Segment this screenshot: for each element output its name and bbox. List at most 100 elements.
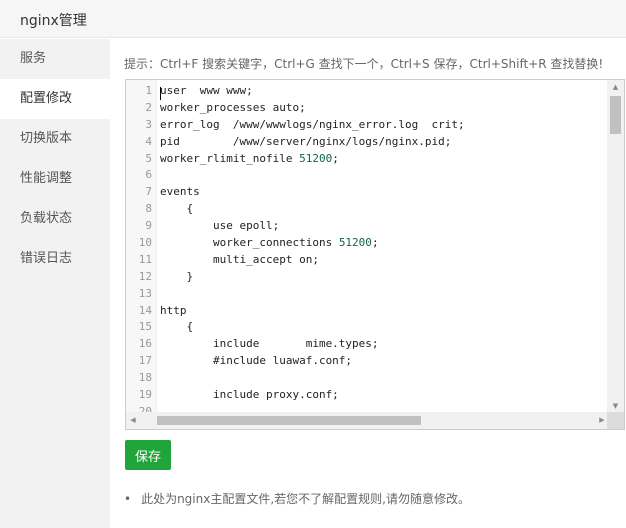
- text-cursor: [160, 87, 161, 100]
- code-line[interactable]: 6: [126, 167, 608, 184]
- sidebar-item-error-log[interactable]: 错误日志: [0, 239, 110, 279]
- code-line[interactable]: 8 {: [126, 201, 608, 218]
- line-number: 12: [138, 269, 152, 283]
- bullet-icon: •: [124, 492, 132, 506]
- line-number: 4: [145, 134, 152, 148]
- line-number: 10: [138, 236, 152, 250]
- code-line[interactable]: 14 http: [126, 303, 608, 320]
- code-line[interactable]: 19 include proxy.conf;: [126, 387, 608, 404]
- line-code: multi_accept on;: [152, 252, 319, 269]
- code-text: pid /www/server/nginx/logs/nginx.pid;: [160, 134, 452, 148]
- sidebar-item-performance[interactable]: 性能调整: [0, 159, 110, 199]
- code-line[interactable]: 13: [126, 286, 608, 303]
- line-number: 18: [138, 371, 152, 385]
- code-line[interactable]: 12 }: [126, 269, 608, 286]
- code-line[interactable]: 17 #include luawaf.conf;: [126, 353, 608, 370]
- code-line[interactable]: 10 worker_connections 51200;: [126, 235, 608, 252]
- line-code: #include luawaf.conf;: [152, 353, 352, 370]
- sidebar: 服务 配置修改 切换版本 性能调整 负载状态 错误日志: [0, 39, 110, 528]
- code-line[interactable]: 5 worker_rlimit_nofile 51200;: [126, 151, 608, 168]
- code-text: }: [160, 269, 194, 283]
- scroll-down-arrow-icon[interactable]: ▼: [607, 399, 624, 413]
- code-text: events: [160, 185, 200, 199]
- sidebar-item-switch-version[interactable]: 切换版本: [0, 119, 110, 159]
- horizontal-scroll-thumb[interactable]: [157, 416, 421, 425]
- scrollbar-corner: [607, 412, 624, 429]
- line-code: {: [152, 319, 193, 336]
- code-text: worker_rlimit_nofile: [160, 151, 300, 165]
- line-code: user www www;: [152, 83, 253, 100]
- code-text: worker_connections: [160, 236, 339, 250]
- config-note: • 此处为nginx主配置文件,若您不了解配置规则,请勿随意修改。: [124, 490, 470, 507]
- line-code: worker_processes auto;: [152, 100, 306, 117]
- line-number: 11: [138, 252, 152, 266]
- line-number: 8: [145, 202, 152, 216]
- code-text: use epoll;: [160, 219, 280, 233]
- line-code: include mime.types;: [152, 336, 379, 353]
- code-line[interactable]: 16 include mime.types;: [126, 336, 608, 353]
- editor-lines[interactable]: 1 user www www; 2 worker_processes auto; 3 er…: [126, 83, 608, 421]
- line-number: 16: [138, 337, 152, 351]
- line-code: error_log /www/wwwlogs/nginx_error.log c…: [152, 117, 465, 134]
- line-number: 14: [138, 303, 152, 317]
- sidebar-item-config[interactable]: 配置修改: [0, 79, 110, 119]
- line-code: }: [152, 269, 193, 286]
- code-text: include mime.types;: [160, 337, 379, 351]
- code-line[interactable]: 3 error_log /www/wwwlogs/nginx_error.log …: [126, 117, 608, 134]
- code-line[interactable]: 9 use epoll;: [126, 218, 608, 235]
- vertical-scrollbar[interactable]: ▲ ▼: [607, 80, 624, 413]
- line-number: 1: [145, 84, 152, 97]
- code-text: multi_accept on;: [160, 252, 319, 266]
- code-line[interactable]: 1 user www www;: [126, 83, 608, 100]
- code-editor[interactable]: 1 user www www; 2 worker_processes auto; 3 er…: [125, 79, 625, 430]
- code-text: #include luawaf.conf;: [160, 354, 353, 368]
- scroll-left-arrow-icon[interactable]: ◀: [126, 412, 140, 429]
- code-line[interactable]: 2 worker_processes auto;: [126, 100, 608, 117]
- line-code: events: [152, 184, 200, 201]
- line-code: pid /www/server/nginx/logs/nginx.pid;: [152, 134, 451, 151]
- code-line[interactable]: 11 multi_accept on;: [126, 252, 608, 269]
- code-text: {: [160, 202, 194, 216]
- line-number: 15: [138, 320, 152, 334]
- code-line[interactable]: 18: [126, 370, 608, 387]
- vertical-scroll-thumb[interactable]: [610, 96, 621, 134]
- sidebar-item-service[interactable]: 服务: [0, 39, 110, 79]
- line-code: include proxy.conf;: [152, 387, 339, 404]
- sidebar-item-load-status[interactable]: 负载状态: [0, 199, 110, 239]
- horizontal-scrollbar[interactable]: ◀ ▶: [126, 412, 609, 429]
- line-number: 19: [138, 388, 152, 402]
- code-line[interactable]: 7 events: [126, 184, 608, 201]
- line-code: {: [152, 201, 193, 218]
- window-title: nginx管理: [20, 13, 87, 29]
- line-code: worker_connections 51200;: [152, 235, 379, 252]
- code-number: 51200: [338, 236, 372, 250]
- line-number: 17: [138, 354, 152, 368]
- code-text: {: [160, 320, 194, 334]
- code-text: error_log /www/wwwlogs/nginx_error.log c…: [160, 117, 465, 131]
- line-number: 2: [145, 100, 152, 114]
- config-note-text: 此处为nginx主配置文件,若您不了解配置规则,请勿随意修改。: [141, 492, 470, 506]
- code-line[interactable]: 4 pid /www/server/nginx/logs/nginx.pid;: [126, 134, 608, 151]
- line-code: http: [152, 303, 187, 320]
- line-code: worker_rlimit_nofile 51200;: [152, 151, 339, 168]
- code-text: user www www;: [160, 84, 253, 97]
- code-tail: ;: [332, 151, 339, 165]
- line-number: 9: [145, 219, 152, 233]
- code-tail: ;: [371, 236, 379, 250]
- code-text: http: [160, 303, 187, 317]
- code-text: include proxy.conf;: [160, 388, 339, 402]
- code-number: 51200: [299, 151, 333, 165]
- main-panel: 提示：Ctrl+F 搜索关键字，Ctrl+G 查找下一个，Ctrl+S 保存，C…: [110, 39, 626, 528]
- scroll-up-arrow-icon[interactable]: ▲: [607, 80, 624, 94]
- window-titlebar: nginx管理: [0, 0, 626, 38]
- line-number: 13: [138, 286, 152, 300]
- shortcut-tip: 提示：Ctrl+F 搜索关键字，Ctrl+G 查找下一个，Ctrl+S 保存，C…: [124, 57, 604, 71]
- code-line[interactable]: 15 {: [126, 319, 608, 336]
- code-text: worker_processes auto;: [160, 100, 306, 114]
- line-number: 6: [145, 168, 152, 182]
- save-button[interactable]: 保存: [125, 440, 171, 470]
- line-code: use epoll;: [152, 218, 279, 235]
